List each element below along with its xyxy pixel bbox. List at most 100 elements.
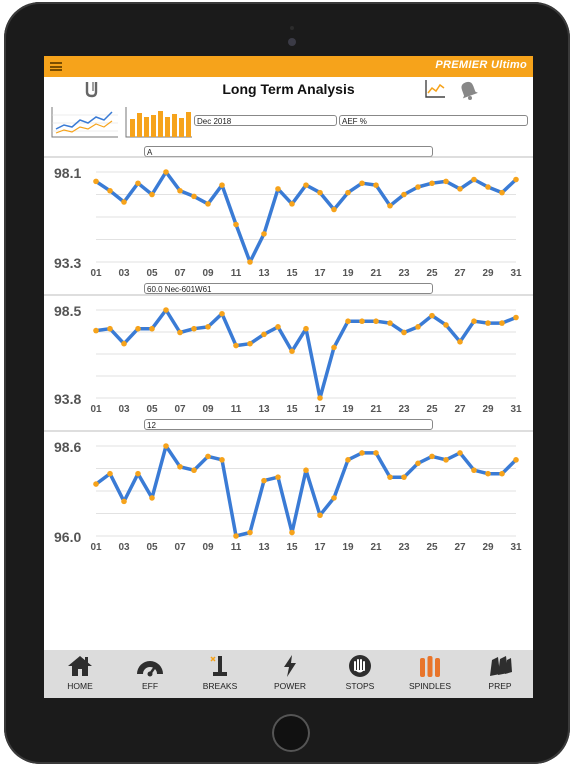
data-point[interactable]: [163, 443, 169, 449]
data-point[interactable]: [443, 178, 449, 185]
data-point[interactable]: [429, 312, 435, 319]
tab-home[interactable]: HOME: [45, 652, 115, 696]
data-point[interactable]: [443, 457, 449, 463]
data-point[interactable]: [387, 320, 393, 326]
data-point[interactable]: [331, 344, 337, 351]
data-point[interactable]: [289, 529, 295, 536]
data-point[interactable]: [443, 322, 449, 328]
tab-stops[interactable]: STOPS: [325, 652, 395, 696]
hamburger-menu-icon[interactable]: [50, 62, 62, 71]
data-point[interactable]: [247, 340, 253, 347]
data-point[interactable]: [163, 169, 169, 175]
data-point[interactable]: [149, 325, 155, 332]
data-point[interactable]: [261, 331, 267, 338]
data-point[interactable]: [373, 318, 379, 325]
chart-3-filter-field[interactable]: 12: [144, 419, 433, 430]
data-point[interactable]: [415, 460, 421, 467]
data-point[interactable]: [205, 201, 211, 207]
data-point[interactable]: [457, 450, 463, 456]
data-point[interactable]: [275, 324, 281, 330]
data-point[interactable]: [415, 184, 421, 190]
data-point[interactable]: [219, 182, 225, 188]
bar-chart-thumbnail-icon[interactable]: [124, 105, 194, 139]
data-point[interactable]: [513, 457, 519, 463]
data-point[interactable]: [359, 318, 365, 325]
data-point[interactable]: [107, 187, 113, 194]
data-point[interactable]: [373, 450, 379, 456]
bell-icon[interactable]: [457, 78, 479, 105]
data-point[interactable]: [303, 182, 309, 188]
data-point[interactable]: [331, 206, 337, 213]
data-point[interactable]: [415, 324, 421, 330]
data-point[interactable]: [163, 307, 169, 313]
data-point[interactable]: [429, 180, 435, 187]
data-point[interactable]: [177, 329, 183, 336]
data-point[interactable]: [317, 189, 323, 196]
data-point[interactable]: [289, 201, 295, 207]
line-chart-view-icon[interactable]: [424, 79, 446, 104]
data-point[interactable]: [401, 474, 407, 480]
data-point[interactable]: [191, 467, 197, 474]
data-point[interactable]: [177, 463, 183, 470]
data-point[interactable]: [499, 470, 505, 477]
data-point[interactable]: [107, 325, 113, 332]
data-point[interactable]: [261, 477, 267, 484]
metric-select[interactable]: AEF %: [339, 115, 528, 126]
data-point[interactable]: [317, 395, 323, 401]
data-point[interactable]: [359, 180, 365, 187]
data-point[interactable]: [485, 320, 491, 326]
data-point[interactable]: [499, 320, 505, 326]
data-point[interactable]: [191, 193, 197, 200]
data-point[interactable]: [345, 457, 351, 463]
tab-power[interactable]: POWER: [255, 652, 325, 696]
data-point[interactable]: [513, 176, 519, 183]
data-point[interactable]: [121, 498, 127, 505]
data-point[interactable]: [135, 180, 141, 187]
data-point[interactable]: [93, 178, 99, 185]
chart-2-filter-field[interactable]: 60.0 Nec-601W61: [144, 283, 433, 294]
data-point[interactable]: [233, 221, 239, 228]
data-point[interactable]: [93, 481, 99, 487]
data-point[interactable]: [429, 453, 435, 460]
data-point[interactable]: [485, 184, 491, 190]
data-point[interactable]: [331, 495, 337, 501]
tab-eff[interactable]: EFF: [115, 652, 185, 696]
data-point[interactable]: [149, 191, 155, 198]
data-point[interactable]: [149, 495, 155, 501]
line-chart-thumbnail-icon[interactable]: [50, 105, 120, 139]
data-point[interactable]: [499, 189, 505, 196]
tab-breaks[interactable]: BREAKS: [185, 652, 255, 696]
data-point[interactable]: [247, 259, 253, 265]
data-point[interactable]: [303, 467, 309, 474]
data-point[interactable]: [387, 202, 393, 209]
data-point[interactable]: [93, 327, 99, 334]
data-point[interactable]: [401, 191, 407, 198]
data-point[interactable]: [121, 340, 127, 347]
data-point[interactable]: [135, 470, 141, 477]
period-select[interactable]: Dec 2018: [194, 115, 337, 126]
data-point[interactable]: [107, 470, 113, 477]
data-point[interactable]: [219, 457, 225, 463]
data-point[interactable]: [177, 187, 183, 194]
data-point[interactable]: [317, 512, 323, 519]
data-point[interactable]: [345, 318, 351, 325]
data-point[interactable]: [485, 470, 491, 477]
data-point[interactable]: [135, 325, 141, 332]
data-point[interactable]: [471, 176, 477, 183]
data-point[interactable]: [205, 324, 211, 330]
data-point[interactable]: [289, 348, 295, 354]
data-point[interactable]: [247, 529, 253, 536]
data-point[interactable]: [233, 342, 239, 349]
data-point[interactable]: [373, 182, 379, 188]
data-point[interactable]: [121, 199, 127, 205]
data-point[interactable]: [471, 467, 477, 474]
data-point[interactable]: [191, 325, 197, 332]
data-point[interactable]: [205, 453, 211, 460]
data-point[interactable]: [513, 314, 519, 321]
data-point[interactable]: [275, 474, 281, 480]
data-point[interactable]: [359, 450, 365, 456]
data-point[interactable]: [401, 329, 407, 336]
data-point[interactable]: [471, 318, 477, 325]
data-point[interactable]: [261, 231, 267, 237]
data-point[interactable]: [219, 310, 225, 317]
